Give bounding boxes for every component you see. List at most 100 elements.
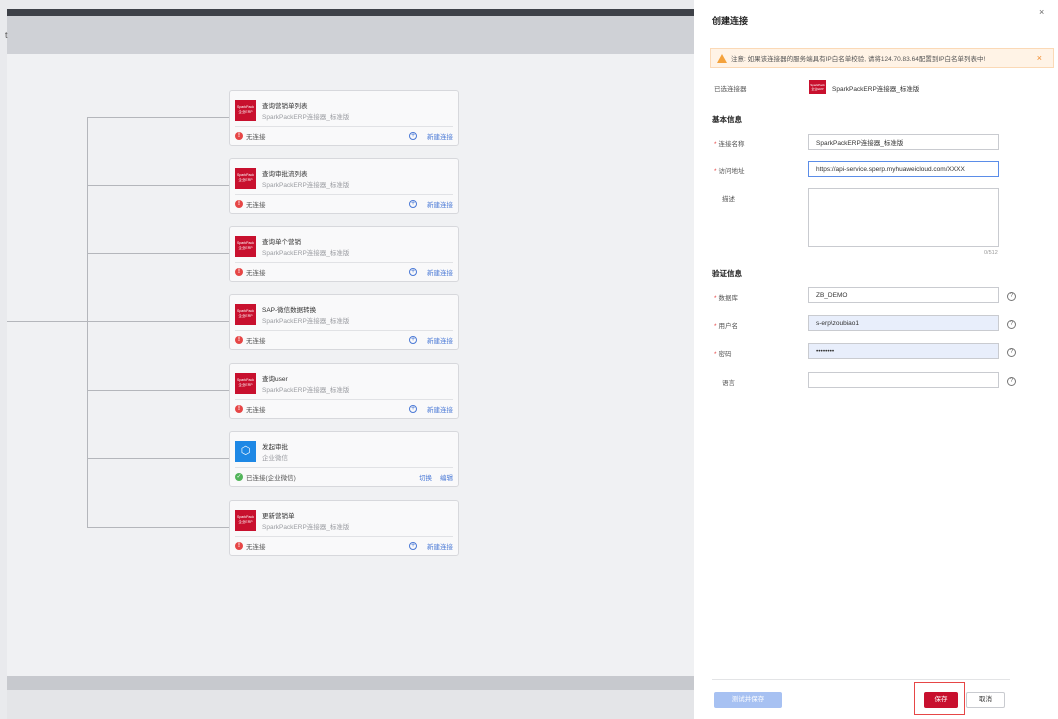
description-label: 描述 (722, 196, 735, 203)
username-input[interactable] (808, 315, 999, 331)
close-icon[interactable]: × (1039, 7, 1044, 17)
canvas-footer (7, 690, 694, 719)
url-input[interactable] (808, 161, 999, 177)
node-divider (235, 467, 453, 468)
edit-link[interactable]: 编辑 (440, 472, 453, 482)
url-label: * 访问地址 (714, 168, 745, 175)
node-status: ! 无连接 (235, 404, 266, 414)
help-icon[interactable]: ? (1007, 320, 1016, 329)
flow-node-card[interactable]: ⬡ 发起审批 企业微信 ✓ 已连接(企业微信) 切换 编辑 (229, 431, 459, 487)
new-connection-link[interactable]: + 新建连接 (409, 199, 453, 209)
cancel-button[interactable]: 取消 (966, 692, 1005, 708)
node-title: 查询单个营销 (262, 239, 301, 246)
warning-close-icon[interactable]: × (1037, 53, 1042, 63)
connection-name-label: * 连接名称 (714, 141, 745, 148)
flow-line-branch-7 (87, 527, 229, 528)
help-icon[interactable]: ? (1007, 377, 1016, 386)
password-input[interactable] (808, 343, 999, 359)
node-subtitle: SparkPackERP连接器_标准版 (262, 182, 350, 189)
error-icon: ! (235, 542, 243, 550)
username-label-text: 用户名 (718, 323, 739, 330)
error-icon: ! (235, 405, 243, 413)
flow-line-branch-6 (87, 458, 229, 459)
flow-line-branch-3 (87, 253, 229, 254)
node-actions: 切换 编辑 (419, 472, 453, 482)
database-label: * 数据库 (714, 295, 739, 302)
node-divider (235, 536, 453, 537)
node-title: 更新营销单 (262, 513, 295, 520)
flow-node-card[interactable]: SparkPack 企业ERP 查询审批流列表 SparkPackERP连接器_… (229, 158, 459, 214)
node-subtitle: 企业微信 (262, 455, 288, 462)
switch-link[interactable]: 切换 (419, 472, 432, 482)
sparkpack-logo-icon: SparkPack 企业ERP (235, 373, 256, 394)
node-divider (235, 262, 453, 263)
node-divider (235, 194, 453, 195)
node-status: ! 无连接 (235, 335, 266, 345)
error-icon: ! (235, 268, 243, 276)
node-subtitle: SparkPackERP连接器_标准版 (262, 387, 350, 394)
plus-circle-icon: + (409, 542, 417, 550)
description-textarea[interactable] (808, 188, 999, 247)
password-label: * 密码 (714, 351, 732, 358)
sparkpack-logo-icon: SparkPack 企业ERP (809, 80, 826, 94)
flow-node-card[interactable]: SparkPack 企业ERP 查询营销单列表 SparkPackERP连接器_… (229, 90, 459, 146)
test-and-save-button[interactable]: 测试并保存 (714, 692, 782, 708)
new-connection-link[interactable]: + 新建连接 (409, 335, 453, 345)
auth-info-heading: 验证信息 (712, 269, 742, 278)
footer-divider (712, 679, 1010, 680)
node-status: ! 无连接 (235, 199, 266, 209)
flow-node-card[interactable]: SparkPack 企业ERP 查询单个营销 SparkPackERP连接器_标… (229, 226, 459, 282)
database-input[interactable] (808, 287, 999, 303)
node-title: 发起审批 (262, 444, 288, 451)
node-status: ! 无连接 (235, 541, 266, 551)
node-subtitle: SparkPackERP连接器_标准版 (262, 524, 350, 531)
new-connection-label: 新建连接 (427, 338, 453, 345)
flow-node-card[interactable]: SparkPack 企业ERP 更新营销单 SparkPackERP连接器_标准… (229, 500, 459, 556)
flow-line-branch-5 (87, 390, 229, 391)
node-subtitle: SparkPackERP连接器_标准版 (262, 318, 350, 325)
flow-line-branch-2 (87, 185, 229, 186)
header-title-fragment: t (5, 30, 8, 40)
save-button[interactable]: 保存 (924, 692, 958, 708)
warning-icon (717, 53, 727, 63)
new-connection-label: 新建连接 (427, 407, 453, 414)
connection-name-input[interactable] (808, 134, 999, 150)
node-status-text: 无连接 (246, 544, 266, 551)
canvas-bottom-bar (7, 676, 694, 690)
workflow-canvas-area: t SparkPack 企业ERP 查询营销单列表 SparkPackERP连接… (0, 0, 694, 719)
flow-node-card[interactable]: SparkPack 企业ERP 查询user SparkPackERP连接器_标… (229, 363, 459, 419)
help-icon[interactable]: ? (1007, 292, 1016, 301)
warning-text: 注意: 如果该连接器的服务端具有IP白名单校验, 请将124.70.83.64配… (731, 56, 986, 63)
new-connection-link[interactable]: + 新建连接 (409, 404, 453, 414)
help-icon[interactable]: ? (1007, 348, 1016, 357)
sparkpack-logo-icon: SparkPack 企业ERP (235, 304, 256, 325)
node-divider (235, 330, 453, 331)
sparkpack-logo-icon: SparkPack 企业ERP (235, 168, 256, 189)
new-connection-link[interactable]: + 新建连接 (409, 541, 453, 551)
new-connection-link[interactable]: + 新建连接 (409, 131, 453, 141)
node-subtitle: SparkPackERP连接器_标准版 (262, 114, 350, 121)
node-status-text: 无连接 (246, 134, 266, 141)
top-dark-bar (7, 9, 694, 16)
node-title: 查询营销单列表 (262, 103, 308, 110)
node-title: SAP-微信数据转换 (262, 307, 317, 314)
node-title: 查询user (262, 376, 288, 383)
sparkpack-logo-icon: SparkPack 企业ERP (235, 236, 256, 257)
flow-node-card[interactable]: SparkPack 企业ERP SAP-微信数据转换 SparkPackERP连… (229, 294, 459, 350)
error-icon: ! (235, 200, 243, 208)
node-status: ! 无连接 (235, 267, 266, 277)
create-connection-drawer: 创建连接 × 注意: 如果该连接器的服务端具有IP白名单校验, 请将124.70… (694, 0, 1058, 719)
flow-line-branch-1 (87, 117, 229, 118)
selected-connector-label: 已选连接器 (714, 86, 747, 93)
plus-circle-icon: + (409, 132, 417, 140)
language-input[interactable] (808, 372, 999, 388)
plus-circle-icon: + (409, 200, 417, 208)
new-connection-link[interactable]: + 新建连接 (409, 267, 453, 277)
node-divider (235, 126, 453, 127)
url-label-text: 访问地址 (718, 168, 745, 175)
canvas-header: t (5, 16, 694, 54)
node-divider (235, 399, 453, 400)
plus-circle-icon: + (409, 268, 417, 276)
wecom-logo-icon: ⬡ (235, 441, 256, 462)
selected-connector-name: SparkPackERP连接器_标准版 (832, 86, 920, 93)
